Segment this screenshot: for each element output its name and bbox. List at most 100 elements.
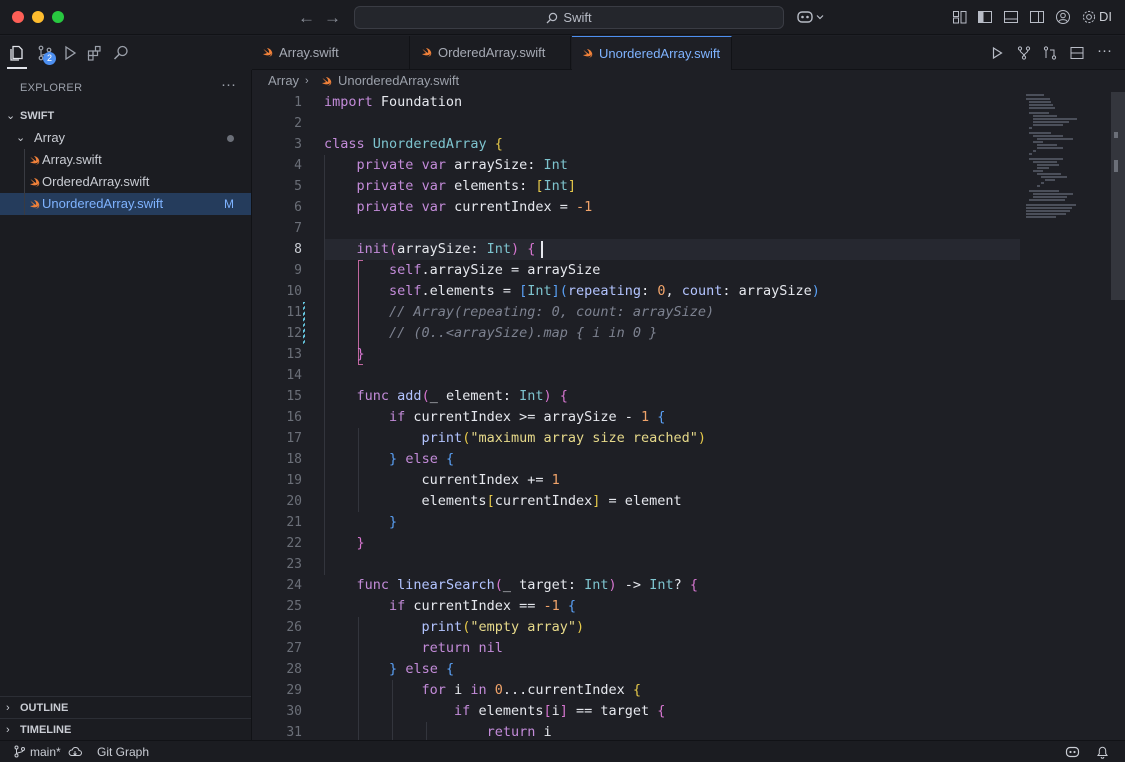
cloud-sync-icon[interactable]: [68, 745, 82, 759]
file-item-array-swift[interactable]: Array.swift: [0, 149, 251, 171]
line-number: 1: [294, 95, 302, 110]
timeline-label: TIMELINE: [20, 724, 72, 736]
minimap[interactable]: [1020, 92, 1110, 232]
git-graph-icon[interactable]: [1016, 45, 1032, 61]
more-actions-icon[interactable]: ···: [1097, 42, 1113, 59]
code-line: elements[currentIndex] = element: [324, 493, 682, 509]
line-number: 30: [286, 704, 302, 719]
settings-gear-icon[interactable]: [1081, 9, 1097, 25]
line-number: 26: [286, 620, 302, 635]
explorer-files-icon[interactable]: [8, 44, 26, 62]
code-line: } else {: [389, 451, 455, 467]
tab-label: Array.swift: [279, 45, 339, 60]
folder-array[interactable]: ⌄ Array: [0, 127, 251, 149]
command-center-search[interactable]: Swift: [354, 6, 784, 29]
line-number: 24: [286, 578, 302, 593]
toggle-primary-sidebar-icon[interactable]: [977, 9, 993, 25]
file-item-orderedarray-swift[interactable]: OrderedArray.swift: [0, 171, 251, 193]
scrollbar-marker: [1114, 132, 1118, 138]
split-editor-icon[interactable]: [1069, 45, 1085, 61]
copilot-icon: [797, 11, 813, 23]
text-cursor: [541, 241, 543, 258]
customize-layout-icon[interactable]: [952, 9, 968, 25]
code-line: class UnorderedArray {: [324, 136, 503, 152]
minimize-window-button[interactable]: [32, 11, 44, 23]
scrollbar-thumb[interactable]: [1111, 92, 1125, 300]
file-item-unorderedarray-swift[interactable]: UnorderedArray.swift M: [0, 193, 251, 215]
tab-array-swift[interactable]: Array.swift: [252, 36, 410, 70]
notifications-bell-icon[interactable]: [1096, 745, 1109, 759]
timeline-panel-header[interactable]: › TIMELINE: [0, 718, 251, 740]
modified-status-badge: M: [224, 197, 234, 211]
copilot-menu[interactable]: [796, 9, 824, 25]
open-changes-icon[interactable]: [1042, 45, 1058, 61]
chevron-down-icon: ⌄: [16, 132, 26, 144]
line-number: 8: [294, 242, 302, 257]
code-line: init(arraySize: Int) {: [356, 241, 536, 257]
back-arrow-icon[interactable]: ←: [298, 8, 315, 28]
run-play-icon[interactable]: [989, 45, 1005, 61]
indent-guide: [24, 193, 25, 215]
code-line: for i in 0...currentIndex {: [421, 682, 642, 698]
run-and-debug-icon[interactable]: [60, 44, 78, 62]
extensions-icon[interactable]: [86, 44, 104, 62]
tab-label: UnorderedArray.swift: [599, 46, 721, 61]
line-number: 16: [286, 410, 302, 425]
status-bar: main* Git Graph: [0, 740, 1125, 762]
code-line: print("empty array"): [421, 619, 585, 635]
outline-panel-header[interactable]: › OUTLINE: [0, 696, 251, 718]
forward-arrow-icon[interactable]: →: [324, 8, 341, 28]
workspace-folder[interactable]: ⌄ SWIFT: [0, 105, 251, 127]
more-actions-icon[interactable]: ···: [221, 76, 236, 93]
line-number: 13: [286, 347, 302, 362]
line-number: 2: [294, 116, 302, 131]
account-initials[interactable]: DI: [1099, 9, 1112, 24]
git-graph-button[interactable]: Git Graph: [97, 741, 149, 762]
code-line: print("maximum array size reached"): [421, 430, 707, 446]
git-branch-label[interactable]: main*: [30, 741, 61, 762]
outline-label: OUTLINE: [20, 702, 69, 714]
chevron-right-icon: ›: [6, 724, 10, 736]
tab-orderedarray-swift[interactable]: OrderedArray.swift: [411, 36, 571, 70]
account-icon[interactable]: [1055, 9, 1071, 25]
breadcrumb-file[interactable]: UnorderedArray.swift: [338, 70, 459, 92]
swift-file-icon: [263, 48, 273, 57]
activity-bar: [0, 36, 252, 70]
line-number: 19: [286, 473, 302, 488]
chevron-right-icon: ›: [6, 702, 10, 714]
tab-label: OrderedArray.swift: [438, 45, 546, 60]
toggle-panel-icon[interactable]: [1003, 9, 1019, 25]
close-window-button[interactable]: [12, 11, 24, 23]
line-number: 9: [294, 263, 302, 278]
code-line: if currentIndex >= arraySize - 1 {: [389, 409, 666, 425]
code-line: self.elements = [Int](repeating: 0, coun…: [389, 283, 820, 299]
code-editor[interactable]: 1 2 3 4 5 6 7 8 9 10 11 12 13 14 15 16 17 18 19 20 21 22 23 24 2…: [252, 92, 1125, 740]
explorer-sidebar: EXPLORER ··· ⌄ SWIFT ⌄ Array Array.swift…: [0, 70, 252, 740]
copilot-status-icon[interactable]: [1065, 745, 1080, 759]
code-line: import Foundation: [324, 94, 463, 110]
maximize-window-button[interactable]: [52, 11, 64, 23]
toggle-secondary-sidebar-icon[interactable]: [1029, 9, 1045, 25]
line-number: 22: [286, 536, 302, 551]
code-line: }: [389, 514, 398, 530]
search-icon[interactable]: [112, 44, 130, 62]
search-icon: [546, 12, 558, 23]
source-control-badge: 2: [43, 52, 56, 65]
file-label: Array.swift: [42, 152, 102, 167]
line-number: 17: [286, 431, 302, 446]
line-number: 20: [286, 494, 302, 509]
line-number: 21: [286, 515, 302, 530]
file-label: OrderedArray.swift: [42, 174, 150, 189]
chevron-down-icon: [816, 15, 824, 20]
tab-unorderedarray-swift[interactable]: UnorderedArray.swift: [572, 36, 732, 70]
line-number: 3: [294, 137, 302, 152]
swift-file-icon: [422, 48, 432, 57]
breadcrumb-folder[interactable]: Array: [268, 70, 299, 92]
line-number: 11: [286, 305, 302, 320]
folder-label: Array: [34, 130, 66, 145]
code-line: func linearSearch(_ target: Int) -> Int?…: [356, 577, 698, 593]
chevron-right-icon: ›: [305, 75, 309, 87]
code-line: if currentIndex == -1 {: [389, 598, 577, 614]
title-bar: ← → Swift DI: [0, 0, 1125, 35]
git-branch-icon[interactable]: [13, 745, 26, 758]
